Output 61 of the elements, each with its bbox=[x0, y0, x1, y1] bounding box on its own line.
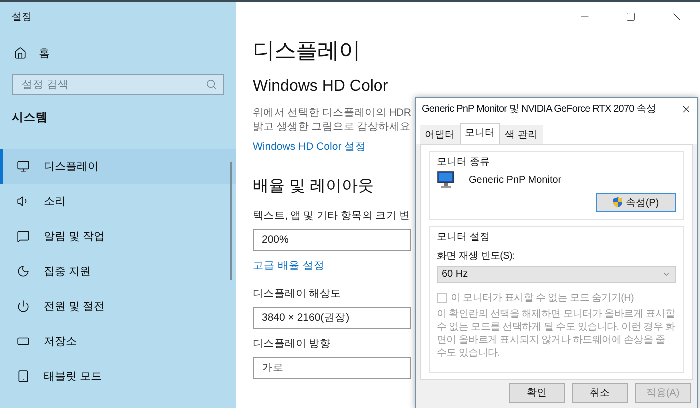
moon-icon bbox=[17, 265, 30, 278]
tab[interactable]: 어댑터 bbox=[420, 125, 460, 144]
checkbox-label: 이 모니터가 표시할 수 없는 모드 숨기기(H) bbox=[451, 292, 634, 305]
sidebar-item[interactable]: 전원 및 절전 bbox=[0, 289, 236, 324]
sidebar-item[interactable]: 저장소 bbox=[0, 324, 236, 359]
refresh-rate-dropdown[interactable]: 60 Hz bbox=[437, 266, 676, 283]
close-button[interactable] bbox=[681, 104, 692, 114]
sidebar-item-label: 저장소 bbox=[44, 335, 77, 349]
field-label: 디스플레이 해상도 bbox=[253, 287, 342, 301]
section-heading: 배율 및 레이아웃 bbox=[253, 177, 374, 197]
sidebar-item-label: 집중 지원 bbox=[44, 265, 92, 279]
warning-text: 이 확인란의 선택을 해제하면 모니터가 올바르게 표시할 수 없는 모드를 선택하게 될 수도 있습니다. 이런 경우 화면이 올바르게 표시되지 않거나 하드웨어에 손상을 줄 수도 있습니다. bbox=[437, 308, 676, 360]
field-label: 텍스트, 앱 및 기타 항목의 크기 변 bbox=[253, 209, 410, 223]
dialog-button[interactable]: 확인 bbox=[509, 383, 565, 403]
dialog-title: Generic PnP Monitor 및 NVIDIA GeForce RTX 2070 속성 bbox=[422, 103, 656, 116]
hdr-settings-link[interactable]: Windows HD Color 설정 bbox=[253, 140, 367, 154]
sidebar-item-label: 소리 bbox=[44, 195, 66, 209]
close-icon bbox=[681, 104, 692, 114]
monitor-icon bbox=[17, 160, 30, 173]
properties-button[interactable]: 속성(P) bbox=[596, 193, 676, 212]
window-title: 설정 bbox=[11, 11, 33, 25]
sidebar-item-label: 디스플레이 bbox=[44, 160, 99, 174]
description-text: 밝고 생생한 그림으로 감상하세요 bbox=[253, 120, 412, 134]
sidebar-item[interactable]: 디스플레이 bbox=[0, 149, 236, 184]
scale-dropdown[interactable]: 200% bbox=[253, 229, 411, 251]
tab[interactable]: 모니터 bbox=[460, 123, 500, 144]
dialog-button[interactable]: 취소 bbox=[572, 383, 628, 403]
page-title: 디스플레이 bbox=[253, 37, 360, 65]
advanced-scaling-link[interactable]: 고급 배율 설정 bbox=[253, 259, 325, 273]
shield-icon bbox=[612, 197, 623, 208]
section-title: 시스템 bbox=[11, 111, 49, 125]
sidebar-item-label: 태블릿 모드 bbox=[44, 370, 102, 384]
close-icon bbox=[671, 11, 683, 23]
field-label: 화면 재생 빈도(S): bbox=[437, 250, 516, 263]
scrollbar[interactable] bbox=[230, 162, 232, 280]
sidebar-item-label: 알림 및 작업 bbox=[44, 230, 106, 244]
sidebar-item[interactable]: 태블릿 모드 bbox=[0, 359, 236, 394]
monitor-icon bbox=[437, 171, 455, 189]
home-icon bbox=[14, 46, 27, 60]
orientation-dropdown[interactable]: 가로 bbox=[253, 357, 411, 379]
monitor-name: Generic PnP Monitor bbox=[469, 174, 562, 186]
section-heading: Windows HD Color bbox=[253, 78, 388, 96]
group-heading: 모니터 설정 bbox=[437, 231, 491, 244]
drive-icon bbox=[17, 335, 30, 348]
field-label: 디스플레이 방향 bbox=[253, 337, 331, 351]
description-text: 위에서 선택한 디스플레이의 HDR bbox=[253, 106, 412, 120]
home-label: 홈 bbox=[39, 46, 50, 60]
chevron-down-icon bbox=[662, 270, 671, 279]
tablet-icon bbox=[17, 370, 30, 383]
sidebar-item[interactable]: 알림 및 작업 bbox=[0, 219, 236, 254]
maximize-icon bbox=[626, 12, 636, 22]
power-icon bbox=[17, 300, 30, 313]
home-link[interactable]: 홈 bbox=[0, 42, 236, 64]
group-heading: 모니터 종류 bbox=[437, 156, 491, 169]
resolution-dropdown[interactable]: 3840 × 2160(권장) bbox=[253, 307, 411, 329]
sidebar-item[interactable]: 소리 bbox=[0, 184, 236, 219]
tab[interactable]: 색 관리 bbox=[500, 125, 543, 144]
sidebar-item-label: 전원 및 절전 bbox=[44, 300, 106, 314]
search-icon bbox=[206, 79, 217, 90]
message-icon bbox=[17, 230, 30, 243]
sidebar-item[interactable]: 집중 지원 bbox=[0, 254, 236, 289]
